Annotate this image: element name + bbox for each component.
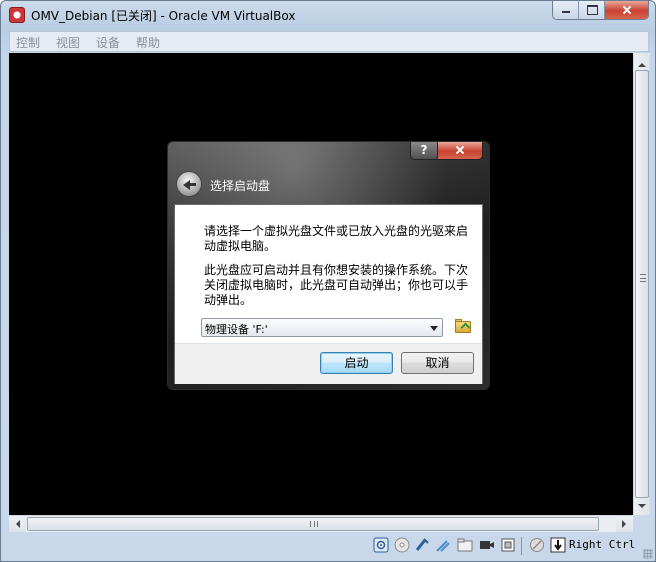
scroll-left-arrow[interactable] xyxy=(9,516,26,532)
horizontal-scroll-thumb[interactable] xyxy=(27,517,599,531)
resize-grip-icon[interactable] xyxy=(643,549,653,559)
grip-icon xyxy=(640,274,646,282)
maximize-button[interactable] xyxy=(579,1,605,19)
boot-media-value: 物理设备 'F:' xyxy=(205,323,268,336)
optical-drive-icon[interactable] xyxy=(394,537,410,553)
menu-bar: 控制 视图 设备 帮助 xyxy=(9,31,649,52)
cpu-icon[interactable] xyxy=(500,537,516,553)
start-button[interactable]: 启动 xyxy=(320,352,393,374)
grip-icon xyxy=(310,521,318,527)
dialog-footer: 启动 取消 xyxy=(175,344,482,384)
virtualbox-app-icon xyxy=(9,7,25,23)
title-bar[interactable]: OMV_Debian [已关闭] - Oracle VM VirtualBox xyxy=(1,1,655,29)
status-bar: Right Ctrl xyxy=(1,533,655,561)
mouse-integration-icon[interactable] xyxy=(529,537,545,553)
caption-buttons xyxy=(552,1,649,20)
window-title: OMV_Debian [已关闭] - Oracle VM VirtualBox xyxy=(31,9,296,23)
vertical-scroll-thumb[interactable] xyxy=(635,70,649,498)
host-key-label: Right Ctrl xyxy=(569,538,636,551)
horizontal-scrollbar[interactable] xyxy=(9,515,633,532)
boot-media-select[interactable]: 物理设备 'F:' xyxy=(201,318,443,337)
menu-devices[interactable]: 设备 xyxy=(96,34,120,51)
keyboard-capture-icon[interactable] xyxy=(550,537,566,553)
video-capture-icon[interactable] xyxy=(479,537,495,553)
back-arrow-icon[interactable] xyxy=(176,171,202,197)
shared-folder-icon[interactable] xyxy=(457,537,473,553)
menu-help[interactable]: 帮助 xyxy=(136,34,160,51)
chevron-down-icon xyxy=(430,326,438,335)
dialog-caption-buttons: ? xyxy=(410,142,483,160)
vertical-scrollbar[interactable] xyxy=(633,53,650,515)
scroll-right-arrow[interactable] xyxy=(616,516,633,532)
status-separator xyxy=(521,537,522,555)
select-boot-disk-dialog: ? 选择启动盘 请选择一个虚拟光盘文件或已放入光盘的光驱来启动虚拟电脑。 此光盘… xyxy=(167,141,490,390)
menu-view[interactable]: 视图 xyxy=(56,34,80,51)
instruction-text: 请选择一个虚拟光盘文件或已放入光盘的光驱来启动虚拟电脑。 xyxy=(204,224,469,253)
choose-disk-file-button[interactable] xyxy=(454,318,473,336)
network-icon[interactable] xyxy=(435,537,451,553)
scroll-up-arrow[interactable] xyxy=(634,53,650,70)
scroll-down-arrow[interactable] xyxy=(634,498,650,515)
dialog-help-button[interactable]: ? xyxy=(411,142,438,159)
cancel-button[interactable]: 取消 xyxy=(401,352,474,374)
usb-icon[interactable] xyxy=(414,537,430,553)
hard-disk-icon[interactable] xyxy=(373,537,389,553)
dialog-title: 选择启动盘 xyxy=(210,179,271,193)
minimize-button[interactable] xyxy=(553,1,579,19)
menu-control[interactable]: 控制 xyxy=(16,34,40,51)
close-button[interactable] xyxy=(605,1,648,19)
dialog-close-button[interactable] xyxy=(438,142,482,159)
info-text: 此光盘应可启动并且有你想安装的操作系统。下次关闭虚拟电脑时，此光盘可自动弹出；你… xyxy=(204,263,469,307)
dialog-content: 请选择一个虚拟光盘文件或已放入光盘的光驱来启动虚拟电脑。 此光盘应可启动并且有你… xyxy=(174,204,483,384)
